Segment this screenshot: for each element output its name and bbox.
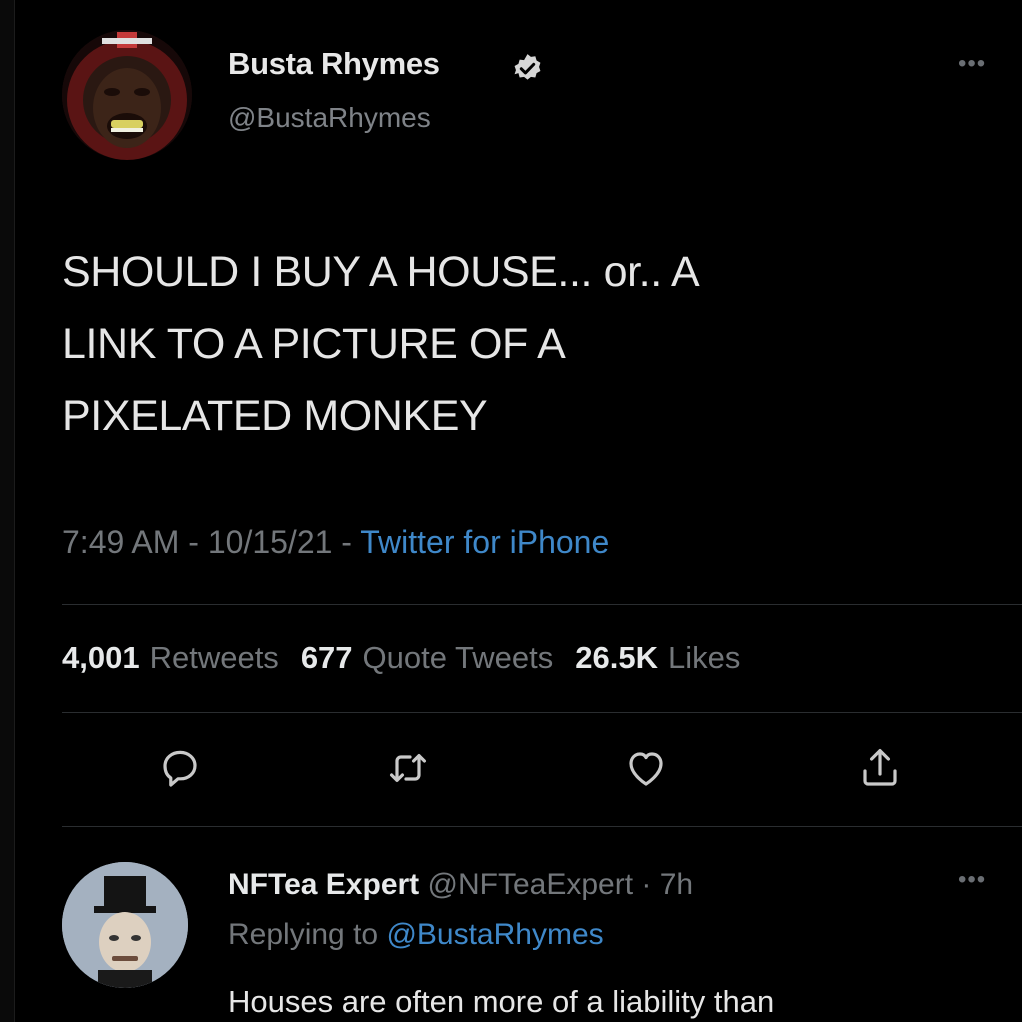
retweets-count: 4,001 (62, 640, 140, 675)
replying-to-label: Replying to (228, 918, 379, 951)
tweet-source[interactable]: Twitter for iPhone (360, 524, 609, 560)
tweet-text-line: LINK TO A PICTURE OF A (62, 320, 566, 368)
retweet-icon[interactable] (384, 744, 432, 792)
tweet-text-line: PIXELATED MONKEY (62, 392, 488, 440)
avatar[interactable] (62, 30, 192, 160)
reply-separator: · (633, 868, 660, 901)
reply-icon[interactable] (156, 744, 204, 792)
author-name[interactable]: Busta Rhymes (228, 46, 440, 82)
author-handle[interactable]: @BustaRhymes (228, 102, 431, 134)
quote-tweets-label: Quote Tweets (362, 640, 554, 675)
reply-author-handle[interactable]: @NFTeaExpert (428, 868, 634, 901)
likes-stat[interactable]: 26.5K Likes (575, 640, 740, 675)
quote-tweets-stat[interactable]: 677 Quote Tweets (301, 640, 553, 675)
likes-label: Likes (668, 640, 741, 675)
retweets-label: Retweets (149, 640, 279, 675)
replying-to-mention[interactable]: @BustaRhymes (386, 918, 603, 951)
tweet-stats: 4,001 Retweets 677 Quote Tweets 26.5K Likes (62, 640, 740, 676)
tweet-date[interactable]: 10/15/21 (208, 524, 333, 560)
window-edge (0, 0, 15, 1022)
divider (62, 712, 1022, 713)
tweet-text: SHOULD I BUY A HOUSE... or.. A LINK TO A… (62, 236, 962, 452)
ellipsis-icon[interactable]: ••• (958, 866, 986, 894)
meta-separator: - (179, 524, 208, 560)
like-icon[interactable] (622, 744, 670, 792)
meta-separator: - (332, 524, 361, 560)
divider (62, 826, 1022, 827)
share-icon[interactable] (856, 744, 904, 792)
quote-tweets-count: 677 (300, 640, 353, 675)
likes-count: 26.5K (575, 640, 658, 675)
ellipsis-icon[interactable]: ••• (958, 50, 986, 78)
divider (62, 604, 1022, 605)
verified-badge-icon (511, 52, 544, 85)
replying-to: Replying to @BustaRhymes (228, 918, 604, 952)
tweet-text-line: SHOULD I BUY A HOUSE... or.. A (62, 248, 700, 296)
reply-header: NFTea Expert @NFTeaExpert · 7h (228, 868, 693, 902)
reply-avatar[interactable] (62, 862, 188, 988)
tweet-time[interactable]: 7:49 AM (62, 524, 179, 560)
reply-author-name[interactable]: NFTea Expert (228, 868, 419, 901)
retweets-stat[interactable]: 4,001 Retweets (62, 640, 279, 675)
reply-age[interactable]: 7h (660, 868, 693, 901)
reply-text: Houses are often more of a liability tha… (228, 984, 775, 1019)
tweet-meta: 7:49 AM - 10/15/21 - Twitter for iPhone (62, 524, 609, 561)
